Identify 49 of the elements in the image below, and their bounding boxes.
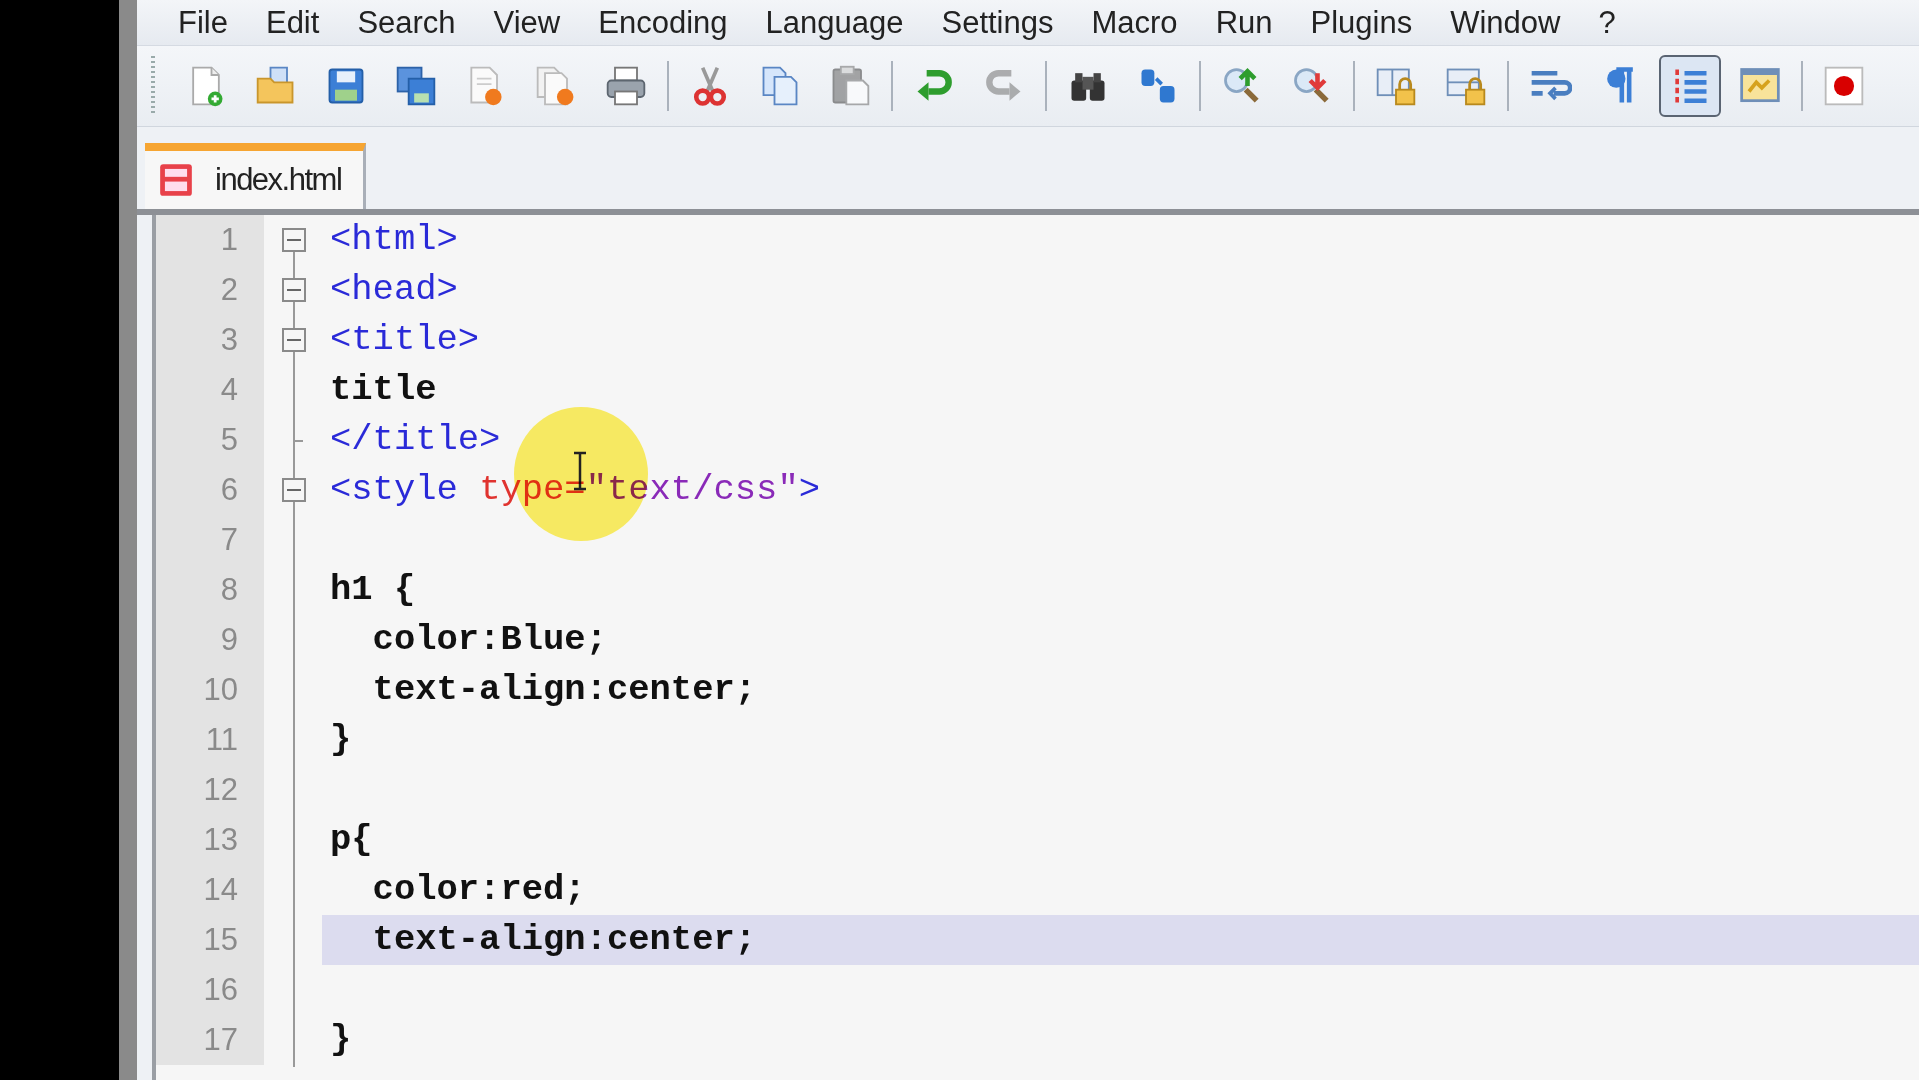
line-number: 1 — [156, 215, 264, 265]
menu-item[interactable]: Run — [1196, 4, 1292, 41]
line-number: 3 — [156, 315, 264, 365]
menu-item[interactable]: File — [159, 4, 247, 41]
line-number: 5 — [156, 415, 264, 465]
code-line: text-align:center; — [371, 669, 757, 710]
line-number: 2 — [156, 265, 264, 315]
code-line: color:red; — [371, 869, 586, 910]
code-line: } — [330, 719, 352, 760]
fold-toggle-icon[interactable] — [282, 478, 306, 502]
code-line: <html> — [330, 219, 458, 260]
menu-item[interactable]: Settings — [922, 4, 1073, 41]
line-number: 13 — [156, 815, 264, 865]
line-number: 8 — [156, 565, 264, 615]
code-line: color:Blue; — [371, 619, 607, 660]
line-number: 14 — [156, 865, 264, 915]
menu-item[interactable]: Encoding — [579, 4, 747, 41]
menu-item[interactable]: ? — [1579, 4, 1635, 41]
line-number: 6 — [156, 465, 264, 515]
code-line: p{ — [330, 819, 373, 860]
code-line: <head> — [330, 269, 458, 310]
menu-item[interactable]: Macro — [1072, 4, 1197, 41]
menu-item[interactable]: Language — [746, 4, 923, 41]
menu-item[interactable]: Search — [338, 4, 475, 41]
code-line: <title> — [330, 319, 480, 360]
fold-toggle-icon[interactable] — [282, 278, 306, 302]
fold-end-tick — [293, 440, 304, 442]
menu-item[interactable]: Edit — [246, 4, 339, 41]
line-number: 16 — [156, 965, 264, 1015]
line-number: 4 — [156, 365, 264, 415]
line-number: 12 — [156, 765, 264, 815]
fold-toggle-icon[interactable] — [282, 228, 306, 252]
indent-lines-icon[interactable] — [1659, 55, 1721, 117]
code-line: } — [330, 1019, 352, 1060]
fold-toggle-icon[interactable] — [282, 328, 306, 352]
line-number: 15 — [156, 915, 264, 965]
code-line: title — [330, 369, 437, 410]
menu-item[interactable]: View — [474, 4, 580, 41]
menu-item[interactable]: Plugins — [1291, 4, 1432, 41]
code-line: </title> — [330, 419, 501, 460]
line-number: 17 — [156, 1015, 264, 1065]
code-line: h1 { — [330, 569, 416, 610]
line-number: 9 — [156, 615, 264, 665]
line-number: 10 — [156, 665, 264, 715]
menu-item[interactable]: Window — [1431, 4, 1580, 41]
line-number: 7 — [156, 515, 264, 565]
line-number: 11 — [156, 715, 264, 765]
file-tab[interactable]: index.html — [145, 143, 367, 209]
code-line: text-align:center; — [371, 919, 757, 960]
